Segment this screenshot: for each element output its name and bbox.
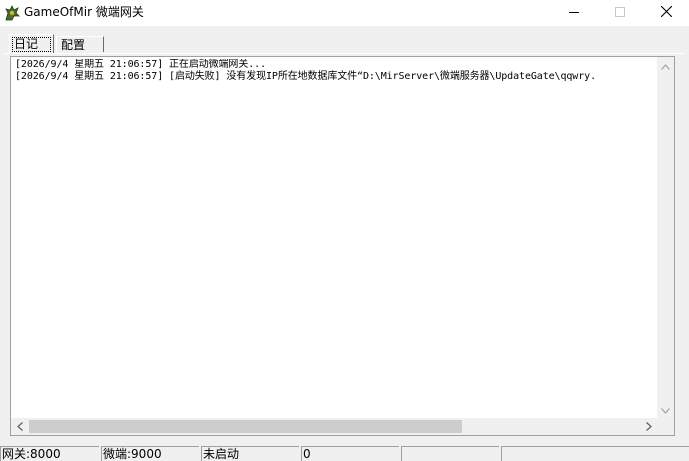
tab-panel-border bbox=[4, 53, 685, 54]
vertical-scrollbar[interactable] bbox=[657, 57, 674, 418]
log-content[interactable]: [2026/9/4 星期五 21:06:57] 正在启动微端网关... [202… bbox=[15, 59, 655, 415]
chevron-right-icon bbox=[645, 420, 652, 434]
tab-log[interactable]: 日记 bbox=[9, 34, 54, 53]
status-state: 未启动 bbox=[201, 446, 299, 461]
status-microclient-port: 微端:9000 bbox=[101, 446, 199, 461]
horizontal-scroll-thumb[interactable] bbox=[29, 420, 462, 433]
status-bar: 网关:8000 微端:9000 未启动 0 bbox=[0, 444, 689, 461]
window-title: GameOfMir 微端网关 bbox=[24, 5, 144, 19]
status-panel-6 bbox=[501, 446, 689, 461]
scrollbar-corner bbox=[657, 418, 674, 435]
scroll-up-button[interactable] bbox=[657, 57, 674, 74]
title-bar[interactable]: GameOfMir 微端网关 bbox=[0, 0, 689, 26]
scroll-left-button[interactable] bbox=[11, 418, 28, 435]
status-gateway-port: 网关:8000 bbox=[0, 446, 99, 461]
status-count: 0 bbox=[301, 446, 399, 461]
tab-config-label: 配置 bbox=[61, 38, 86, 52]
tab-config[interactable]: 配置 bbox=[56, 36, 104, 52]
log-memo[interactable]: [2026/9/4 星期五 21:06:57] 正在启动微端网关... [202… bbox=[10, 56, 675, 436]
chevron-left-icon bbox=[16, 420, 23, 434]
status-panel-5 bbox=[401, 446, 499, 461]
horizontal-scrollbar[interactable] bbox=[11, 418, 657, 435]
log-line: [2026/9/4 星期五 21:06:57] 正在启动微端网关... bbox=[15, 59, 266, 70]
scroll-right-button[interactable] bbox=[640, 418, 657, 435]
chevron-up-icon bbox=[661, 59, 670, 73]
scroll-down-button[interactable] bbox=[657, 401, 674, 418]
minimize-icon bbox=[569, 6, 579, 20]
tab-focus-rect bbox=[12, 37, 51, 52]
minimize-button[interactable] bbox=[551, 0, 597, 26]
close-icon bbox=[660, 5, 672, 20]
maximize-icon bbox=[615, 6, 625, 20]
log-line: [2026/9/4 星期五 21:06:57] [启动失败] 没有发现IP所在地… bbox=[15, 71, 596, 82]
close-button[interactable] bbox=[643, 0, 689, 26]
chevron-down-icon bbox=[661, 403, 670, 417]
maximize-button[interactable] bbox=[597, 0, 643, 26]
game-dragon-icon bbox=[3, 4, 21, 22]
